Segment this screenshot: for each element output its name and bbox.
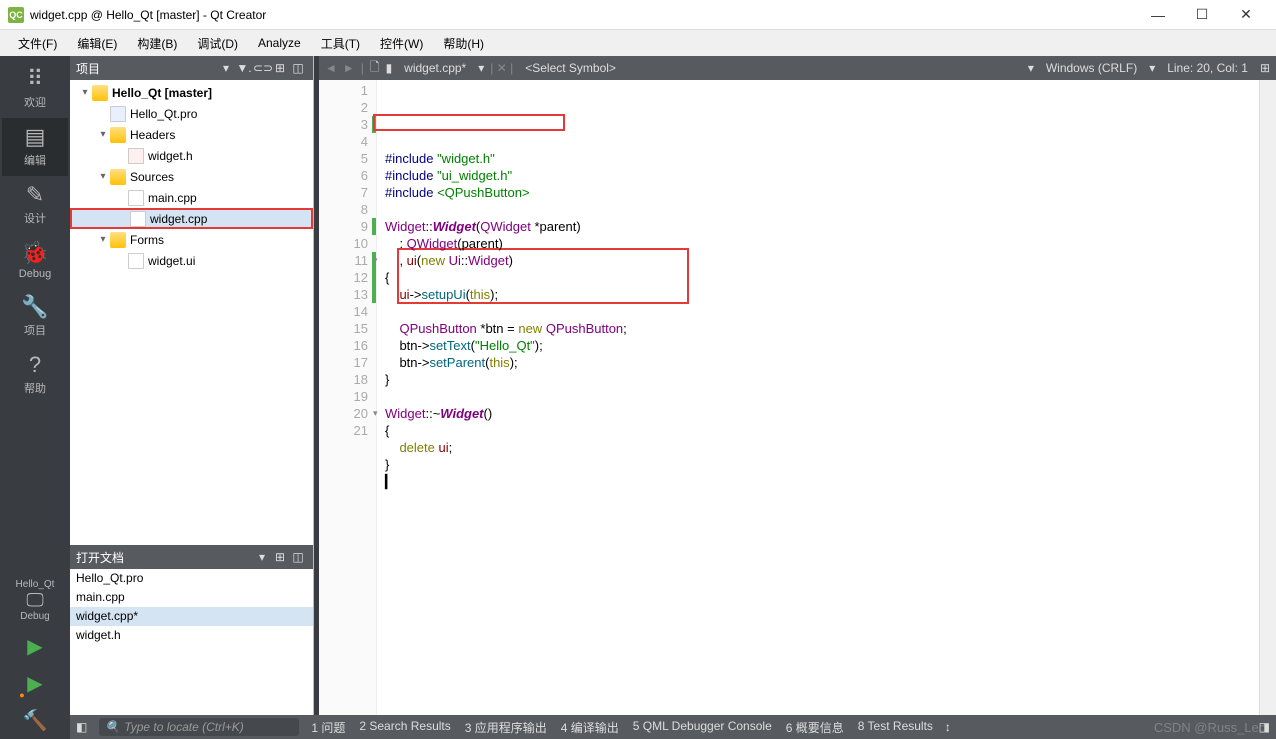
add-icon[interactable]: ⊞	[271, 550, 289, 564]
app-icon: QC	[8, 7, 24, 23]
vertical-scrollbar[interactable]	[1259, 80, 1276, 739]
search-icon: 🔍	[105, 720, 120, 734]
menu-item[interactable]: 构建(B)	[127, 31, 187, 56]
maximize-button[interactable]: ☐	[1180, 1, 1224, 29]
cursor-position[interactable]: Line: 20, Col: 1	[1161, 61, 1254, 75]
editor: ◄ ► | 🗋 ▮ widget.cpp* ▾ | ✕ | <Select Sy…	[319, 56, 1276, 739]
debug-run-button[interactable]: ▶●	[27, 665, 42, 702]
file-icon: ▮	[386, 61, 393, 75]
tree-item[interactable]: main.cpp	[70, 187, 313, 208]
code-area[interactable]: 123456789101112131415161718192021 #inclu…	[319, 80, 1276, 739]
symbol-selector[interactable]: <Select Symbol>	[519, 61, 622, 75]
menu-bar: 文件(F)编辑(E)构建(B)调试(D)Analyze工具(T)控件(W)帮助(…	[0, 30, 1276, 56]
mode-项目[interactable]: 🔧项目	[2, 288, 68, 346]
menu-item[interactable]: 工具(T)	[311, 31, 370, 56]
link-icon[interactable]: ⊂⊃	[253, 61, 271, 75]
tree-item[interactable]: Hello_Qt.pro	[70, 103, 313, 124]
project-panel: 项目 ▾ ▼. ⊂⊃ ⊞ ◫ ▾Hello_Qt [master]Hello_Q…	[70, 56, 314, 739]
open-documents[interactable]: Hello_Qt.promain.cppwidget.cpp*widget.h	[70, 569, 313, 739]
tree-item[interactable]: widget.ui	[70, 250, 313, 271]
project-panel-header: 项目 ▾ ▼. ⊂⊃ ⊞ ◫	[70, 56, 313, 80]
progress-icon[interactable]: ↕	[945, 720, 951, 734]
menu-item[interactable]: 调试(D)	[187, 31, 248, 56]
open-doc-item[interactable]: Hello_Qt.pro	[70, 569, 313, 588]
menu-item[interactable]: 帮助(H)	[433, 31, 494, 56]
mode-Debug[interactable]: 🐞Debug	[2, 234, 68, 288]
dropdown-icon[interactable]: ▾	[478, 61, 484, 75]
line-gutter[interactable]: 123456789101112131415161718192021	[319, 80, 377, 739]
open-doc-item[interactable]: widget.h	[70, 626, 313, 645]
menu-item[interactable]: 编辑(E)	[67, 31, 127, 56]
mode-帮助[interactable]: ?帮助	[2, 346, 68, 404]
lock-icon[interactable]: 🗋	[370, 58, 380, 79]
open-doc-item[interactable]: main.cpp	[70, 588, 313, 607]
minimize-button[interactable]: —	[1136, 1, 1180, 29]
mode-编辑[interactable]: ▤编辑	[2, 118, 68, 176]
tree-item[interactable]: ▾Headers	[70, 124, 313, 145]
output-tab[interactable]: 5 QML Debugger Console	[633, 719, 772, 736]
output-tab[interactable]: 6 概要信息	[786, 719, 844, 736]
dropdown-icon[interactable]: ▾	[1149, 61, 1155, 75]
status-bar: ◧ 🔍 Type to locate (Ctrl+K) 1 问题 2 Search…	[70, 715, 1276, 739]
window-title: widget.cpp @ Hello_Qt [master] - Qt Crea…	[30, 8, 1136, 22]
menu-item[interactable]: 文件(F)	[8, 31, 67, 56]
kit-selector[interactable]: Hello_Qt 🖵 Debug	[16, 573, 55, 628]
output-tab[interactable]: 2 Search Results	[359, 719, 450, 736]
run-button[interactable]: ▶	[27, 628, 42, 665]
split-icon[interactable]: ◫	[289, 61, 307, 75]
tree-item[interactable]: ▾Sources	[70, 166, 313, 187]
code-text[interactable]: #include "widget.h"#include "ui_widget.h…	[377, 80, 1259, 739]
tree-item[interactable]: ▾Hello_Qt [master]	[70, 82, 313, 103]
dropdown-icon[interactable]: ▾	[253, 550, 271, 564]
output-tab[interactable]: 4 编译输出	[561, 719, 619, 736]
output-tab[interactable]: 1 问题	[311, 719, 345, 736]
tree-item[interactable]: ▾Forms	[70, 229, 313, 250]
mode-欢迎[interactable]: ⠿欢迎	[2, 60, 68, 118]
build-button[interactable]: 🔨	[23, 702, 48, 739]
locator-input[interactable]: 🔍 Type to locate (Ctrl+K)	[99, 718, 299, 736]
dropdown-icon[interactable]: ▾	[1028, 61, 1034, 75]
menu-item[interactable]: 控件(W)	[370, 31, 433, 56]
mode-sidebar: ⠿欢迎▤编辑✎设计🐞Debug🔧项目?帮助 Hello_Qt 🖵 Debug ▶…	[0, 56, 70, 739]
output-tab[interactable]: 8 Test Results	[858, 719, 933, 736]
tree-item[interactable]: widget.cpp	[70, 208, 313, 229]
menu-item[interactable]: Analyze	[248, 32, 311, 54]
close-button[interactable]: ✕	[1224, 1, 1268, 29]
encoding-selector[interactable]: Windows (CRLF)	[1040, 61, 1143, 75]
open-docs-header: 打开文档 ▾ ⊞ ◫	[70, 545, 313, 569]
file-selector[interactable]: widget.cpp*	[398, 61, 472, 75]
open-doc-item[interactable]: widget.cpp*	[70, 607, 313, 626]
split-icon[interactable]: ⊞	[1260, 61, 1270, 75]
title-bar: QC widget.cpp @ Hello_Qt [master] - Qt C…	[0, 0, 1276, 30]
toggle-sidebar-icon[interactable]: ◧	[76, 720, 87, 734]
editor-toolbar: ◄ ► | 🗋 ▮ widget.cpp* ▾ | ✕ | <Select Sy…	[319, 56, 1276, 80]
add-icon[interactable]: ⊞	[271, 61, 289, 75]
split-icon[interactable]: ◫	[289, 550, 307, 564]
filter-icon[interactable]: ▼.	[235, 61, 253, 75]
output-tab[interactable]: 3 应用程序输出	[465, 719, 547, 736]
watermark: CSDN @Russ_Leo	[1154, 720, 1266, 735]
nav-back-icon[interactable]: ◄	[325, 61, 337, 75]
tree-item[interactable]: widget.h	[70, 145, 313, 166]
mode-设计[interactable]: ✎设计	[2, 176, 68, 234]
nav-fwd-icon[interactable]: ►	[343, 61, 355, 75]
dropdown-icon[interactable]: ▾	[217, 61, 235, 75]
project-tree[interactable]: ▾Hello_Qt [master]Hello_Qt.pro▾Headerswi…	[70, 80, 313, 545]
